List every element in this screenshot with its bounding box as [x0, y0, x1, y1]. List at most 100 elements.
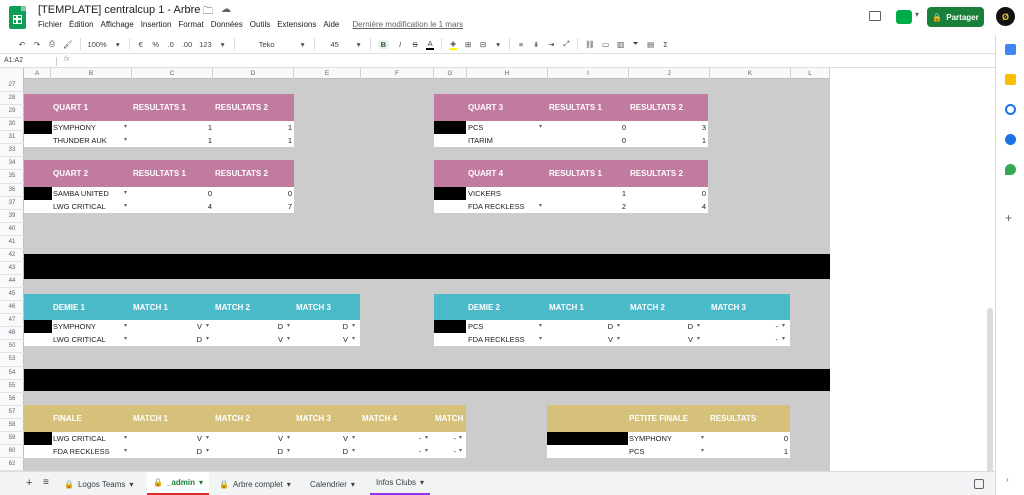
match-result[interactable]: D: [212, 445, 283, 458]
row-header[interactable]: 57: [0, 406, 24, 419]
row-header[interactable]: 39: [0, 210, 24, 223]
undo-icon[interactable]: ↶: [18, 40, 26, 49]
chevron-down-icon[interactable]: ▾: [782, 333, 785, 346]
text-wrap-icon[interactable]: ⇥: [547, 40, 555, 49]
table-row[interactable]: PCS ▾ D ▾ D ▾ - ▾: [434, 320, 790, 346]
filter-views-icon[interactable]: ▤: [647, 40, 655, 49]
score-cell[interactable]: 1: [132, 134, 212, 147]
chevron-down-icon[interactable]: ▾: [124, 121, 127, 134]
avatar[interactable]: Ø: [996, 7, 1015, 26]
menu-edition[interactable]: Édition: [69, 20, 93, 29]
team-name[interactable]: SAMBA UNITED: [53, 187, 109, 200]
bold-button[interactable]: B: [377, 39, 390, 49]
row-header[interactable]: 30: [0, 118, 24, 132]
match-result[interactable]: D: [293, 320, 348, 333]
match-result[interactable]: D: [293, 445, 348, 458]
link-icon[interactable]: ⛓: [585, 40, 595, 49]
star-icon[interactable]: ☆: [186, 4, 195, 21]
row-header[interactable]: 40: [0, 223, 24, 236]
score-cell[interactable]: 1: [707, 445, 788, 458]
chevron-down-icon[interactable]: ▾: [697, 320, 700, 333]
select-all-corner[interactable]: [0, 68, 24, 79]
team-name[interactable]: LWG CRITICAL: [53, 432, 106, 445]
row-header[interactable]: 47: [0, 314, 24, 328]
cell-area[interactable]: QUART 1 RESULTATS 1 RESULTATS 2 SYMPHONY…: [24, 79, 830, 471]
team-name[interactable]: PCS: [468, 121, 483, 134]
match-result[interactable]: -: [432, 445, 457, 458]
name-box[interactable]: A1:A2: [4, 57, 23, 64]
row-header[interactable]: 55: [0, 380, 24, 393]
row-header[interactable]: 31: [0, 131, 24, 145]
team-name[interactable]: PCS: [629, 445, 644, 458]
borders-icon[interactable]: ⊞: [464, 40, 472, 49]
match-result[interactable]: D: [626, 320, 693, 333]
contacts-icon[interactable]: [1005, 134, 1016, 145]
team-name[interactable]: SYMPHONY: [629, 432, 672, 445]
team-name[interactable]: PCS: [468, 320, 483, 333]
chevron-down-icon[interactable]: ▾: [459, 445, 462, 458]
sheets-sidebar-icon[interactable]: [1005, 44, 1016, 55]
text-color-button[interactable]: A: [426, 39, 435, 50]
table-row[interactable]: VICKERS 1 0: [434, 187, 708, 213]
match-result[interactable]: V: [132, 432, 202, 445]
score-cell[interactable]: 2: [546, 200, 626, 213]
font-select[interactable]: Teko: [242, 40, 292, 49]
match-result[interactable]: V: [546, 333, 613, 346]
menu-donnees[interactable]: Données: [211, 20, 243, 29]
paint-format-icon[interactable]: 🖌: [63, 40, 73, 49]
match-result[interactable]: V: [293, 432, 348, 445]
score-cell[interactable]: 0: [626, 187, 706, 200]
chevron-down-icon[interactable]: ▾: [701, 432, 704, 445]
chevron-right-icon[interactable]: ›: [1006, 475, 1009, 484]
match-result[interactable]: V: [212, 432, 283, 445]
table-row[interactable]: LWG CRITICAL ▾ D ▾ V ▾ V ▾: [24, 333, 360, 346]
chevron-down-icon[interactable]: ▾: [124, 187, 127, 200]
row-header[interactable]: 50: [0, 340, 24, 354]
chevron-down-icon[interactable]: ▾: [539, 333, 542, 346]
table-row[interactable]: PCS ▾ 1: [547, 445, 790, 458]
row-header[interactable]: 35: [0, 170, 24, 184]
font-size-select[interactable]: 45: [322, 40, 348, 49]
match-result[interactable]: D: [132, 333, 202, 346]
currency-button[interactable]: €: [137, 40, 145, 49]
chevron-down-icon[interactable]: ▾: [539, 121, 542, 134]
column-header[interactable]: I: [548, 68, 629, 79]
menu-fichier[interactable]: Fichier: [38, 20, 62, 29]
share-button[interactable]: 🔒 Partager: [927, 7, 984, 27]
chevron-down-icon[interactable]: ▾: [425, 445, 428, 458]
filter-icon[interactable]: ⏷: [632, 39, 640, 49]
team-name[interactable]: FDA RECKLESS: [468, 200, 525, 213]
score-cell[interactable]: 1: [212, 134, 292, 147]
chart-icon[interactable]: ▥: [617, 40, 625, 49]
menu-format[interactable]: Format: [178, 20, 203, 29]
row-header[interactable]: 43: [0, 262, 24, 276]
zoom-select[interactable]: 100%: [88, 40, 107, 49]
number-format-select[interactable]: 123: [199, 40, 212, 49]
chevron-down-icon[interactable]: ▾: [287, 333, 290, 346]
chevron-down-icon[interactable]: ▾: [124, 432, 127, 445]
chevron-down-icon[interactable]: ▾: [697, 333, 700, 346]
chevron-down-icon[interactable]: ▾: [124, 445, 127, 458]
column-header[interactable]: C: [132, 68, 213, 79]
match-result[interactable]: D: [546, 320, 613, 333]
column-header[interactable]: L: [791, 68, 830, 79]
all-sheets-icon[interactable]: ≡: [43, 477, 49, 488]
chevron-down-icon[interactable]: ▾: [206, 445, 209, 458]
sheet-grid[interactable]: A B C D E F G H I J K L 27 28 29 30 31 33 34 35…: [0, 68, 995, 471]
empty-sheet-area[interactable]: [830, 68, 995, 471]
score-cell[interactable]: 0: [132, 187, 212, 200]
chevron-down-icon[interactable]: ▾: [124, 320, 127, 333]
menu-affichage[interactable]: Affichage: [100, 20, 133, 29]
team-name[interactable]: FDA RECKLESS: [468, 333, 525, 346]
meet-icon[interactable]: [896, 10, 919, 24]
italic-button[interactable]: I: [396, 40, 404, 49]
row-header[interactable]: 42: [0, 249, 24, 262]
row-header[interactable]: 44: [0, 275, 24, 289]
team-name[interactable]: LWG CRITICAL: [53, 333, 106, 346]
tab-logos-teams[interactable]: 🔒 Logos Teams ▾: [58, 472, 139, 495]
column-header[interactable]: A: [24, 68, 51, 79]
redo-icon[interactable]: ↷: [33, 40, 41, 49]
score-cell[interactable]: 3: [626, 121, 706, 134]
row-header[interactable]: 41: [0, 236, 24, 249]
menu-aide[interactable]: Aide: [323, 20, 339, 29]
